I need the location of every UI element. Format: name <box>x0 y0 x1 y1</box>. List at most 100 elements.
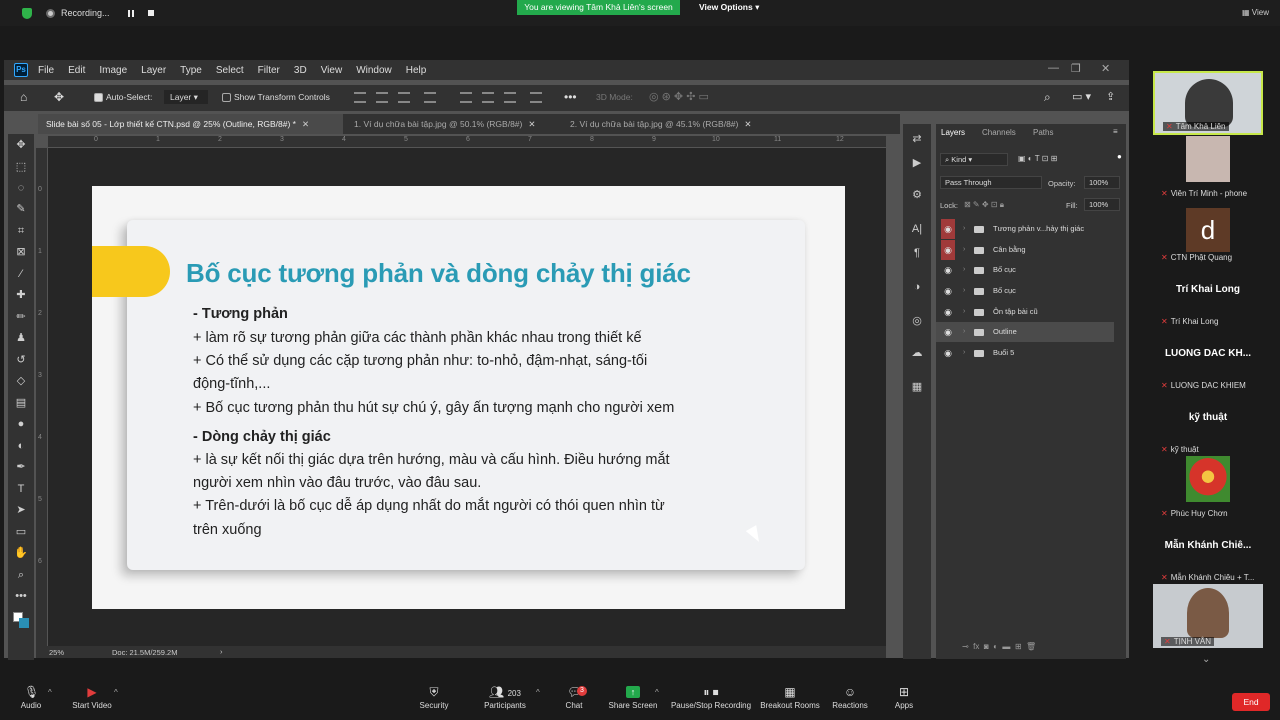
align-right-icon[interactable] <box>398 92 410 103</box>
stamp-tool-icon[interactable]: ♟ <box>13 331 29 345</box>
tab-slide-psd[interactable]: Slide bài số 05 - Lớp thiết kế CTN.psd @… <box>38 114 343 134</box>
distribute-vertical-icon[interactable] <box>530 92 542 103</box>
tab-paths[interactable]: Paths <box>1033 128 1053 137</box>
participant-tile[interactable]: ✕ Viên Trí Minh - phone <box>1153 136 1263 200</box>
layer-row[interactable]: ◉ › Cân bằng <box>936 240 1114 260</box>
tab-layers[interactable]: Layers <box>941 128 965 137</box>
dodge-tool-icon[interactable]: ◐ <box>13 439 29 453</box>
align-middle-icon[interactable] <box>482 92 494 103</box>
lock-icons[interactable]: ⊠ ✎ ✥ ⊡ 🔒︎ <box>964 200 1004 210</box>
share-icon[interactable]: ⇪ <box>1106 90 1115 104</box>
layer-select[interactable]: Layer ▾ <box>164 90 208 104</box>
breakout-rooms-button[interactable]: ▦ Breakout Rooms <box>758 686 822 710</box>
layer-row[interactable]: ◉ › Ôn tập bài cũ <box>936 302 1114 322</box>
participant-tile[interactable]: kỹ thuật ✕ kỹ thuật <box>1153 392 1263 456</box>
chevron-right-icon[interactable]: › <box>963 260 965 280</box>
layer-row[interactable]: ◉ › Tương phản v...hảy thị giác <box>936 219 1114 239</box>
menu-select[interactable]: Select <box>216 65 244 76</box>
security-button[interactable]: ⛨ Security <box>414 686 454 710</box>
chevron-down-icon[interactable]: ⌄ <box>1202 654 1210 665</box>
workspace-icon[interactable]: ▭ ▾ <box>1072 90 1091 104</box>
search-icon[interactable]: ⌕ <box>1044 90 1051 104</box>
chevron-right-icon[interactable]: › <box>220 647 223 656</box>
blur-tool-icon[interactable]: ● <box>13 417 29 431</box>
libraries-panel-icon[interactable]: ☁ <box>910 346 924 360</box>
home-icon[interactable]: ⌂ <box>20 90 27 104</box>
color-panel-icon[interactable]: ◑ <box>910 280 924 294</box>
opacity-input[interactable]: 100% <box>1084 176 1120 189</box>
close-icon[interactable]: ✕ <box>302 119 309 129</box>
menu-help[interactable]: Help <box>406 65 427 76</box>
menu-image[interactable]: Image <box>99 65 127 76</box>
pen-tool-icon[interactable]: ✒ <box>13 460 29 474</box>
chevron-up-icon[interactable]: ^ <box>114 688 118 697</box>
restore-icon[interactable]: ❐ <box>1071 62 1081 75</box>
eye-icon[interactable]: ◉ <box>941 281 955 301</box>
participant-tile[interactable]: Trí Khai Long ✕ Trí Khai Long <box>1153 264 1263 328</box>
eye-icon[interactable]: ◉ <box>941 343 955 363</box>
shape-tool-icon[interactable]: ▭ <box>13 525 29 539</box>
brush-tool-icon[interactable]: ✏ <box>13 310 29 324</box>
eye-icon[interactable]: ◉ <box>941 322 955 342</box>
tab-vi-du-2[interactable]: 2. Ví dụ chữa bài tập.jpg @ 45.1% (RGB/8… <box>562 114 772 134</box>
character-panel-icon[interactable]: A| <box>910 222 924 236</box>
view-options-button[interactable]: View Options ▾ <box>699 2 759 13</box>
close-icon[interactable]: ✕ <box>1101 62 1110 75</box>
reactions-button[interactable]: ☺ Reactions <box>830 686 870 710</box>
participant-tile[interactable]: LUONG DAC KH... ✕ LUONG DAC KHIEM <box>1153 328 1263 392</box>
more-tools-icon[interactable]: ••• <box>13 589 29 603</box>
crop-tool-icon[interactable]: ⌗ <box>13 224 29 238</box>
menu-layer[interactable]: Layer <box>141 65 166 76</box>
move-tool-icon[interactable]: ✥ <box>13 138 29 152</box>
chevron-right-icon[interactable]: › <box>963 219 965 239</box>
type-tool-icon[interactable]: T <box>13 482 29 496</box>
participant-tile[interactable]: ✕ Tâm Khả Liên <box>1153 71 1263 135</box>
blend-mode-select[interactable]: Pass Through <box>940 176 1042 189</box>
audio-button[interactable]: 🎙︎ Audio <box>14 686 48 710</box>
share-screen-button[interactable]: ↑ Share Screen <box>606 686 660 710</box>
align-left-icon[interactable] <box>354 92 366 103</box>
history-brush-icon[interactable]: ↺ <box>13 353 29 367</box>
participant-tile[interactable]: d ✕ CTN Phật Quang <box>1153 200 1263 264</box>
show-transform-checkbox[interactable]: Show Transform Controls <box>222 90 330 104</box>
start-video-button[interactable]: ▶ Start Video <box>68 686 116 710</box>
play-icon[interactable]: ▶ <box>910 156 924 170</box>
history-panel-icon[interactable]: ⇄ <box>910 132 924 146</box>
participants-button[interactable]: 👥︎ 203 Participants <box>480 686 530 710</box>
close-icon[interactable]: ✕ <box>528 119 535 129</box>
chevron-up-icon[interactable]: ^ <box>655 688 659 697</box>
stop-recording-icon[interactable] <box>147 10 154 16</box>
chevron-right-icon[interactable]: › <box>963 302 965 322</box>
healing-tool-icon[interactable]: ✚ <box>13 288 29 302</box>
participant-tile[interactable]: ✕ Phúc Huy Chơn <box>1153 456 1263 520</box>
close-icon[interactable]: ✕ <box>744 119 751 129</box>
eye-icon[interactable]: ◉ <box>941 240 955 260</box>
participant-tile[interactable]: ✕ TỊNH VÂN <box>1153 584 1263 648</box>
tab-channels[interactable]: Channels <box>982 128 1016 137</box>
chevron-right-icon[interactable]: › <box>963 240 965 260</box>
paragraph-panel-icon[interactable]: ¶ <box>910 246 924 260</box>
lasso-tool-icon[interactable]: ◌ <box>13 181 29 195</box>
auto-select-checkbox[interactable]: Auto-Select: <box>94 90 152 104</box>
marquee-tool-icon[interactable]: ⬚ <box>13 160 29 174</box>
layer-row[interactable]: ◉ › Buổi 5 <box>936 343 1114 363</box>
menu-view[interactable]: View <box>321 65 343 76</box>
swatches-panel-icon[interactable]: ◎ <box>910 314 924 328</box>
distribute-icon[interactable] <box>424 92 436 103</box>
more-icon[interactable]: ••• <box>564 90 577 104</box>
move-tool-icon[interactable]: ✥ <box>54 90 64 104</box>
zoom-level[interactable]: 25% <box>49 648 64 657</box>
layer-row-selected[interactable]: ◉ › Outline <box>936 322 1114 342</box>
view-button[interactable]: ▦ View <box>1242 8 1269 17</box>
panel-menu-icon[interactable]: ≡ <box>1113 127 1118 136</box>
align-center-icon[interactable] <box>376 92 388 103</box>
align-bottom-icon[interactable] <box>504 92 516 103</box>
participant-tile[interactable]: Mẫn Khánh Chiê... ✕ Mẫn Khánh Chiêu + T..… <box>1153 520 1263 584</box>
frame-tool-icon[interactable]: ⊠ <box>13 245 29 259</box>
gradient-tool-icon[interactable]: ▤ <box>13 396 29 410</box>
kind-filter[interactable]: ⌕ Kind ▾ <box>940 153 1008 166</box>
eye-icon[interactable]: ◉ <box>941 260 955 280</box>
zoom-tool-icon[interactable]: ⌕ <box>13 568 29 582</box>
chevron-up-icon[interactable]: ^ <box>536 688 540 697</box>
hand-tool-icon[interactable]: ✋ <box>13 546 29 560</box>
